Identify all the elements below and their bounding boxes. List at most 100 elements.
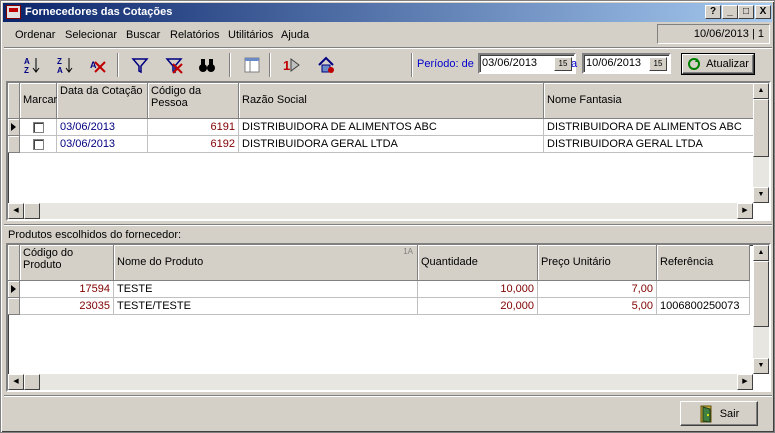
table-cell-name[interactable]: TESTE [114, 281, 418, 298]
exit-button[interactable]: Sair [680, 401, 758, 426]
menu-ordenar[interactable]: Ordenar [15, 29, 55, 41]
table-cell-ref[interactable] [657, 281, 750, 298]
column-header-razao-social[interactable]: Razão Social [239, 83, 544, 119]
find-binoculars-icon[interactable] [196, 54, 218, 76]
table-row-check-cell[interactable] [20, 119, 57, 136]
scroll-thumb[interactable] [753, 261, 769, 327]
scroll-thumb[interactable] [24, 374, 40, 390]
close-button[interactable]: X [755, 5, 771, 19]
table-cell-ref[interactable]: 1006800250073 [657, 298, 750, 315]
row-indicator[interactable] [8, 136, 20, 153]
maximize-button[interactable]: □ [738, 5, 754, 19]
clear-sort-icon[interactable]: A [87, 54, 109, 76]
table-cell-price[interactable]: 7,00 [538, 281, 657, 298]
svg-text:A: A [57, 66, 63, 74]
column-header-nome-produto-label: Nome do Produto [117, 256, 204, 268]
sort-descending-icon[interactable]: ZA [54, 54, 76, 76]
sort-ascending-icon[interactable]: AZ [21, 54, 43, 76]
toolbar: AZ ZA A 1 Período: de 03/06/2013 15 a 10… [5, 50, 771, 80]
scroll-right-icon[interactable]: ▶ [737, 374, 753, 390]
table-cell-qty[interactable]: 10,000 [418, 281, 538, 298]
scroll-up-icon[interactable]: ▲ [753, 83, 769, 99]
column-header-referencia[interactable]: Referência [657, 245, 750, 281]
scroll-thumb[interactable] [753, 99, 769, 157]
column-header-nome-produto[interactable]: Nome do Produto 1A [114, 245, 418, 281]
column-header-marcar[interactable]: Marcar [20, 83, 57, 119]
minimize-button[interactable]: _ [722, 5, 738, 19]
print-report-icon[interactable]: 1 [281, 54, 303, 76]
and-label: a [571, 58, 578, 70]
scroll-right-icon[interactable]: ▶ [737, 203, 753, 219]
table-cell-code[interactable]: 6192 [148, 136, 239, 153]
row-indicator[interactable] [8, 281, 20, 298]
row-checkbox[interactable] [33, 139, 44, 150]
menu-divider [4, 47, 772, 49]
column-header-data-cotacao[interactable]: Data da Cotação [57, 83, 148, 119]
menu-ajuda[interactable]: Ajuda [281, 29, 309, 41]
menu-selecionar[interactable]: Selecionar [65, 29, 117, 41]
column-header-codigo-pessoa[interactable]: Código da Pessoa [148, 83, 239, 119]
sort-indicator-icon: 1A [403, 247, 413, 256]
quotes-horizontal-scrollbar[interactable]: ◀ ▶ [8, 203, 753, 219]
table-cell-fantasia[interactable]: DISTRIBUIDORA GERAL LTDA [544, 136, 756, 153]
title-bar[interactable]: Fornecedores das Cotações ? _ □ X [3, 3, 772, 22]
column-header-quantidade[interactable]: Quantidade [418, 245, 538, 281]
date-to-value: 10/06/2013 [586, 57, 642, 69]
scroll-down-icon[interactable]: ▼ [753, 358, 769, 374]
refresh-label: Atualizar [706, 58, 749, 70]
scroll-thumb[interactable] [24, 203, 40, 219]
table-cell-razao[interactable]: DISTRIBUIDORA GERAL LTDA [239, 136, 544, 153]
quotes-vertical-scrollbar[interactable]: ▲ ▼ [753, 83, 769, 203]
help-button[interactable]: ? [705, 5, 721, 19]
app-icon [6, 5, 21, 19]
period-label: Período: de [417, 58, 474, 70]
svg-text:Z: Z [24, 66, 29, 74]
products-caption: Produtos escolhidos do fornecedor: [8, 229, 182, 241]
scroll-left-icon[interactable]: ◀ [8, 203, 24, 219]
table-cell-code[interactable]: 6191 [148, 119, 239, 136]
filter-icon[interactable] [129, 54, 151, 76]
products-horizontal-scrollbar[interactable]: ◀ ▶ [8, 374, 753, 390]
columns-layout-icon[interactable] [241, 54, 263, 76]
current-row-arrow-icon [11, 123, 16, 131]
column-header-nome-fantasia[interactable]: Nome Fantasia [544, 83, 756, 119]
network-home-icon[interactable] [315, 54, 337, 76]
menu-utilitarios[interactable]: Utilitários [228, 29, 273, 41]
date-to-calendar-icon[interactable]: 15 [649, 57, 667, 71]
date-from-calendar-icon[interactable]: 15 [554, 57, 572, 71]
scroll-up-icon[interactable]: ▲ [753, 245, 769, 261]
column-header-codigo-produto[interactable]: Código do Produto [20, 245, 114, 281]
table-cell-date[interactable]: 03/06/2013 [57, 136, 148, 153]
exit-door-icon [700, 405, 712, 423]
menu-relatorios[interactable]: Relatórios [170, 29, 220, 41]
toolbar-separator [411, 53, 413, 77]
svg-text:A: A [24, 57, 30, 66]
products-vertical-scrollbar[interactable]: ▲ ▼ [753, 245, 769, 374]
current-row-arrow-icon [11, 285, 16, 293]
table-row-check-cell[interactable] [20, 136, 57, 153]
row-indicator[interactable] [8, 298, 20, 315]
table-cell-name[interactable]: TESTE/TESTE [114, 298, 418, 315]
table-cell-price[interactable]: 5,00 [538, 298, 657, 315]
exit-label: Sair [719, 407, 740, 420]
refresh-button[interactable]: Atualizar [681, 53, 755, 75]
table-cell-qty[interactable]: 20,000 [418, 298, 538, 315]
svg-text:A: A [90, 60, 97, 70]
table-cell-fantasia[interactable]: DISTRIBUIDORA DE ALIMENTOS ABC [544, 119, 756, 136]
scroll-left-icon[interactable]: ◀ [8, 374, 24, 390]
clear-filter-icon[interactable] [163, 54, 185, 76]
date-to-input[interactable]: 10/06/2013 15 [582, 53, 671, 74]
table-cell-code[interactable]: 17594 [20, 281, 114, 298]
column-header-preco-unitario[interactable]: Preço Unitário [538, 245, 657, 281]
grid-corner [8, 83, 20, 119]
footer-divider [4, 395, 772, 397]
table-cell-razao[interactable]: DISTRIBUIDORA DE ALIMENTOS ABC [239, 119, 544, 136]
table-cell-code[interactable]: 23035 [20, 298, 114, 315]
status-date: 10/06/2013 | 1 [657, 24, 770, 44]
menu-buscar[interactable]: Buscar [126, 29, 160, 41]
date-from-input[interactable]: 03/06/2013 15 [478, 53, 576, 74]
row-indicator[interactable] [8, 119, 20, 136]
row-checkbox[interactable] [33, 122, 44, 133]
scroll-down-icon[interactable]: ▼ [753, 187, 769, 203]
table-cell-date[interactable]: 03/06/2013 [57, 119, 148, 136]
